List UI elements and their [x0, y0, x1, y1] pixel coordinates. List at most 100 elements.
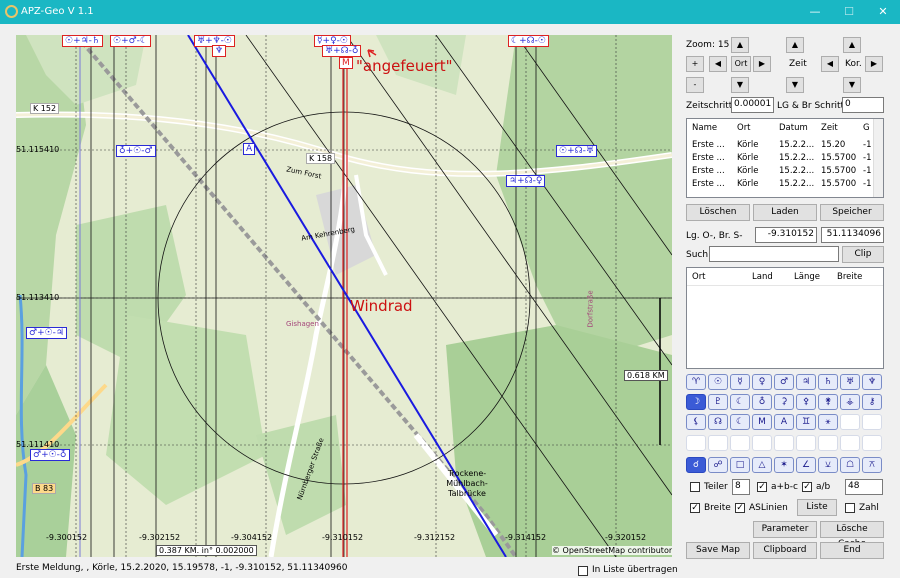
symbol-button[interactable]: ⚳: [774, 394, 794, 410]
symbol-button[interactable]: ♀: [752, 374, 772, 390]
symbol-button[interactable]: ⚸: [686, 414, 706, 430]
search-input[interactable]: [709, 246, 839, 262]
aspect-button[interactable]: ⚻: [862, 457, 882, 473]
zoom-minus-button[interactable]: -: [686, 77, 704, 93]
aspect-box[interactable]: ♃+☊-♀: [506, 175, 546, 187]
symbol-button[interactable]: ☉: [708, 374, 728, 390]
loeschen-button[interactable]: Löschen: [686, 204, 750, 221]
in-liste-checkbox[interactable]: [578, 566, 588, 576]
aspect-box[interactable]: ♂+☉-♃: [26, 327, 67, 339]
symbol-button[interactable]: ⚶: [840, 394, 860, 410]
zeit-up-button[interactable]: ▲: [786, 37, 804, 53]
marker-a[interactable]: A: [243, 143, 256, 155]
longitude-input[interactable]: -9.310152: [755, 227, 817, 243]
aspect-button[interactable]: □: [730, 457, 750, 473]
zahl-checkbox[interactable]: [845, 503, 855, 513]
symbol-button[interactable]: ⚹: [818, 414, 838, 430]
symbol-button[interactable]: ⚷: [862, 394, 882, 410]
table-row[interactable]: Erste ... Körle 15.2.2... 15.20 -1: [687, 139, 883, 152]
aspect-button[interactable]: ☌: [686, 457, 706, 473]
symbol-button[interactable]: A: [774, 414, 794, 430]
symbol-button-empty[interactable]: [752, 435, 772, 451]
ab-input[interactable]: 48: [845, 479, 883, 495]
table-row[interactable]: Erste ... Körle 15.2.2... 15.5700 -1: [687, 152, 883, 165]
aspect-box[interactable]: ♅+☊-♁: [322, 45, 362, 57]
col-datum[interactable]: Datum: [779, 123, 808, 133]
symbol-button[interactable]: ♄: [818, 374, 838, 390]
symbol-button[interactable]: M: [752, 414, 772, 430]
maximize-button[interactable]: ☐: [832, 0, 866, 24]
ab-checkbox[interactable]: ✓: [802, 482, 812, 492]
symbol-button-empty[interactable]: [708, 435, 728, 451]
clip-button[interactable]: Clip: [842, 246, 884, 263]
symbol-button[interactable]: ♃: [796, 374, 816, 390]
close-button[interactable]: ✕: [866, 0, 900, 24]
zeit-down-button[interactable]: ▼: [786, 77, 804, 93]
kor-right-button[interactable]: ▶: [865, 56, 883, 72]
table-scrollbar[interactable]: [873, 119, 883, 197]
save-map-button[interactable]: Save Map: [686, 542, 750, 559]
symbol-button-empty[interactable]: [730, 435, 750, 451]
kor-down-button[interactable]: ▼: [843, 77, 861, 93]
symbol-button[interactable]: ♆: [862, 374, 882, 390]
col-name[interactable]: Name: [692, 123, 717, 133]
col-breite[interactable]: Breite: [837, 272, 862, 282]
ort-button[interactable]: Ort: [731, 56, 751, 72]
speicher-button[interactable]: Speicher: [820, 204, 884, 221]
aspect-box[interactable]: ☉+♃-♄: [62, 35, 103, 47]
aspect-box[interactable]: M: [339, 57, 353, 69]
liste-button[interactable]: Liste: [797, 499, 837, 516]
places-table[interactable]: Ort Land Länge Breite: [686, 267, 884, 369]
aspect-button[interactable]: ⚺: [818, 457, 838, 473]
teiler-input[interactable]: 8: [732, 479, 750, 495]
symbol-button-empty[interactable]: [862, 435, 882, 451]
symbol-button[interactable]: ☊: [708, 414, 728, 430]
table-row[interactable]: Erste ... Körle 15.2.2... 15.5700 -1: [687, 165, 883, 178]
ort-down-button[interactable]: ▼: [731, 77, 749, 93]
aspect-button[interactable]: ☍: [708, 457, 728, 473]
loesche-cache-button[interactable]: Lösche Cache: [820, 521, 884, 549]
symbol-button[interactable]: ⚴: [796, 394, 816, 410]
symbol-button[interactable]: ☾: [730, 414, 750, 430]
col-ort[interactable]: Ort: [692, 272, 706, 282]
symbol-button-empty[interactable]: [774, 435, 794, 451]
aspect-box[interactable]: ☉+☊-♅: [556, 145, 597, 157]
parameter-button[interactable]: Parameter: [753, 521, 817, 538]
col-g[interactable]: G: [863, 123, 870, 133]
clipboard-button[interactable]: Clipboard: [753, 542, 817, 559]
ort-left-button[interactable]: ◀: [709, 56, 727, 72]
symbol-button[interactable]: ♁: [752, 394, 772, 410]
aspect-button[interactable]: △: [752, 457, 772, 473]
col-laenge[interactable]: Länge: [794, 272, 820, 282]
symbol-button-empty[interactable]: [862, 414, 882, 430]
aspect-button[interactable]: ☖: [840, 457, 860, 473]
lgbr-input[interactable]: 0: [842, 97, 884, 113]
map-view[interactable]: "angefeuert" Windrad 51.115410 51.113410…: [16, 35, 672, 557]
latitude-input[interactable]: 51.1134096: [821, 227, 884, 243]
aspect-box[interactable]: ☉+♂-☾: [110, 35, 151, 47]
entries-table[interactable]: Name Ort Datum Zeit G Erste ... Körle 15…: [686, 118, 884, 198]
symbol-button[interactable]: ♊: [796, 414, 816, 430]
zoom-plus-button[interactable]: +: [686, 56, 704, 72]
symbol-button[interactable]: ♅: [840, 374, 860, 390]
kor-up-button[interactable]: ▲: [843, 37, 861, 53]
symbol-button[interactable]: ♈: [686, 374, 706, 390]
col-land[interactable]: Land: [752, 272, 773, 282]
aslinien-checkbox[interactable]: ✓: [735, 503, 745, 513]
symbol-button-empty[interactable]: [840, 414, 860, 430]
col-zeit[interactable]: Zeit: [821, 123, 838, 133]
minimize-button[interactable]: —: [798, 0, 832, 24]
table-row[interactable]: Erste ... Körle 15.2.2... 15.5700 -1: [687, 178, 883, 191]
breite-checkbox[interactable]: ✓: [690, 503, 700, 513]
symbol-button-empty[interactable]: [796, 435, 816, 451]
symbol-button[interactable]: ☿: [730, 374, 750, 390]
aspect-button[interactable]: ∠: [796, 457, 816, 473]
symbol-button[interactable]: ♂: [774, 374, 794, 390]
abc-checkbox[interactable]: ✓: [757, 482, 767, 492]
aspect-box[interactable]: ♆: [212, 45, 227, 57]
symbol-button[interactable]: ☽: [686, 394, 706, 410]
zoom-up-button[interactable]: ▲: [731, 37, 749, 53]
aspect-box[interactable]: ☾+☊-☉: [508, 35, 549, 47]
teiler-checkbox[interactable]: [690, 482, 700, 492]
ort-right-button[interactable]: ▶: [753, 56, 771, 72]
